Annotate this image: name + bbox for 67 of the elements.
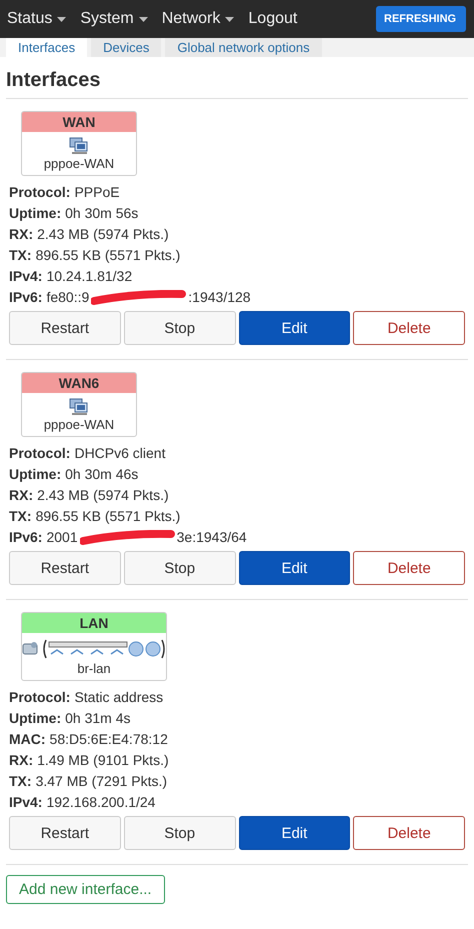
interface-name: WAN6: [22, 373, 136, 393]
action-button[interactable]: Delete: [353, 816, 465, 850]
detail-value: 2.43 MB (5974 Pkts.): [37, 486, 169, 505]
detail-value: 0h 30m 56s: [65, 204, 138, 223]
detail-value: :1943/128: [188, 288, 251, 307]
action-button[interactable]: Restart: [9, 551, 121, 585]
tab[interactable]: Devices: [91, 38, 162, 57]
detail-label: MAC:: [9, 730, 46, 749]
menu-link[interactable]: System: [80, 10, 148, 28]
detail-label: TX:: [9, 772, 32, 791]
add-interface-button[interactable]: Add new interface...: [6, 875, 165, 904]
detail-label: IPv4:: [9, 267, 42, 286]
network-device-icon: [69, 137, 89, 155]
action-button[interactable]: Delete: [353, 551, 465, 585]
detail-label: RX:: [9, 751, 34, 770]
detail-value: 2.43 MB (5974 Pkts.): [37, 225, 169, 244]
detail-value: PPPoE: [74, 183, 120, 202]
action-button[interactable]: Stop: [124, 551, 236, 585]
detail-label: TX:: [9, 507, 32, 526]
action-button[interactable]: Stop: [124, 311, 236, 345]
detail-value: 1.49 MB (9101 Pkts.): [37, 751, 169, 770]
detail-value: fe80::9: [46, 288, 90, 307]
device-name: br-lan: [76, 660, 112, 678]
device-name: pppoe-WAN: [42, 155, 116, 173]
detail-label: IPv6:: [9, 288, 42, 307]
action-button[interactable]: Edit: [238, 311, 350, 345]
device-name: pppoe-WAN: [42, 416, 116, 434]
network-device-icon: [69, 398, 89, 416]
detail-value: DHCPv6 client: [74, 444, 166, 463]
menu-link[interactable]: Status: [7, 10, 66, 28]
detail-value: 0h 30m 46s: [65, 465, 138, 484]
action-button[interactable]: Restart: [9, 311, 121, 345]
tab[interactable]: Interfaces: [6, 38, 88, 57]
detail-value: 3.47 MB (7291 Pkts.): [36, 772, 168, 791]
detail-value: 0h 31m 4s: [65, 709, 130, 728]
interface-name: WAN: [22, 112, 136, 132]
action-button[interactable]: Edit: [238, 551, 350, 585]
interface-name: LAN: [22, 613, 166, 633]
detail-label: Protocol:: [9, 183, 70, 202]
action-button[interactable]: Edit: [238, 816, 350, 850]
refreshing-badge[interactable]: REFRESHING: [376, 6, 466, 32]
detail-label: Uptime:: [9, 709, 62, 728]
detail-value: Static address: [74, 688, 164, 707]
detail-label: TX:: [9, 246, 32, 265]
section-heading: Interfaces: [6, 57, 468, 99]
action-button[interactable]: Restart: [9, 816, 121, 850]
detail-label: Uptime:: [9, 204, 62, 223]
detail-label: Uptime:: [9, 465, 62, 484]
detail-label: RX:: [9, 225, 34, 244]
detail-value: 3e:1943/64: [176, 528, 247, 547]
detail-value: 10.24.1.81/32: [46, 267, 132, 286]
menu-link[interactable]: Logout: [248, 10, 298, 28]
detail-value: 896.55 KB (5571 Pkts.): [36, 507, 180, 526]
menu-link[interactable]: Network: [162, 10, 234, 28]
bridge-devices-icon: [22, 638, 166, 660]
detail-label: RX:: [9, 486, 34, 505]
detail-label: Protocol:: [9, 444, 70, 463]
detail-label: IPv6:: [9, 528, 42, 547]
detail-label: Protocol:: [9, 688, 70, 707]
action-button[interactable]: Stop: [124, 816, 236, 850]
detail-value: 896.55 KB (5571 Pkts.): [36, 246, 180, 265]
tab[interactable]: Global network options: [165, 38, 322, 57]
detail-label: IPv4:: [9, 793, 42, 812]
detail-value: 58:D5:6E:E4:78:12: [50, 730, 168, 749]
action-button[interactable]: Delete: [353, 311, 465, 345]
detail-value: 192.168.200.1/24: [46, 793, 156, 812]
detail-value: 2001: [46, 528, 78, 547]
